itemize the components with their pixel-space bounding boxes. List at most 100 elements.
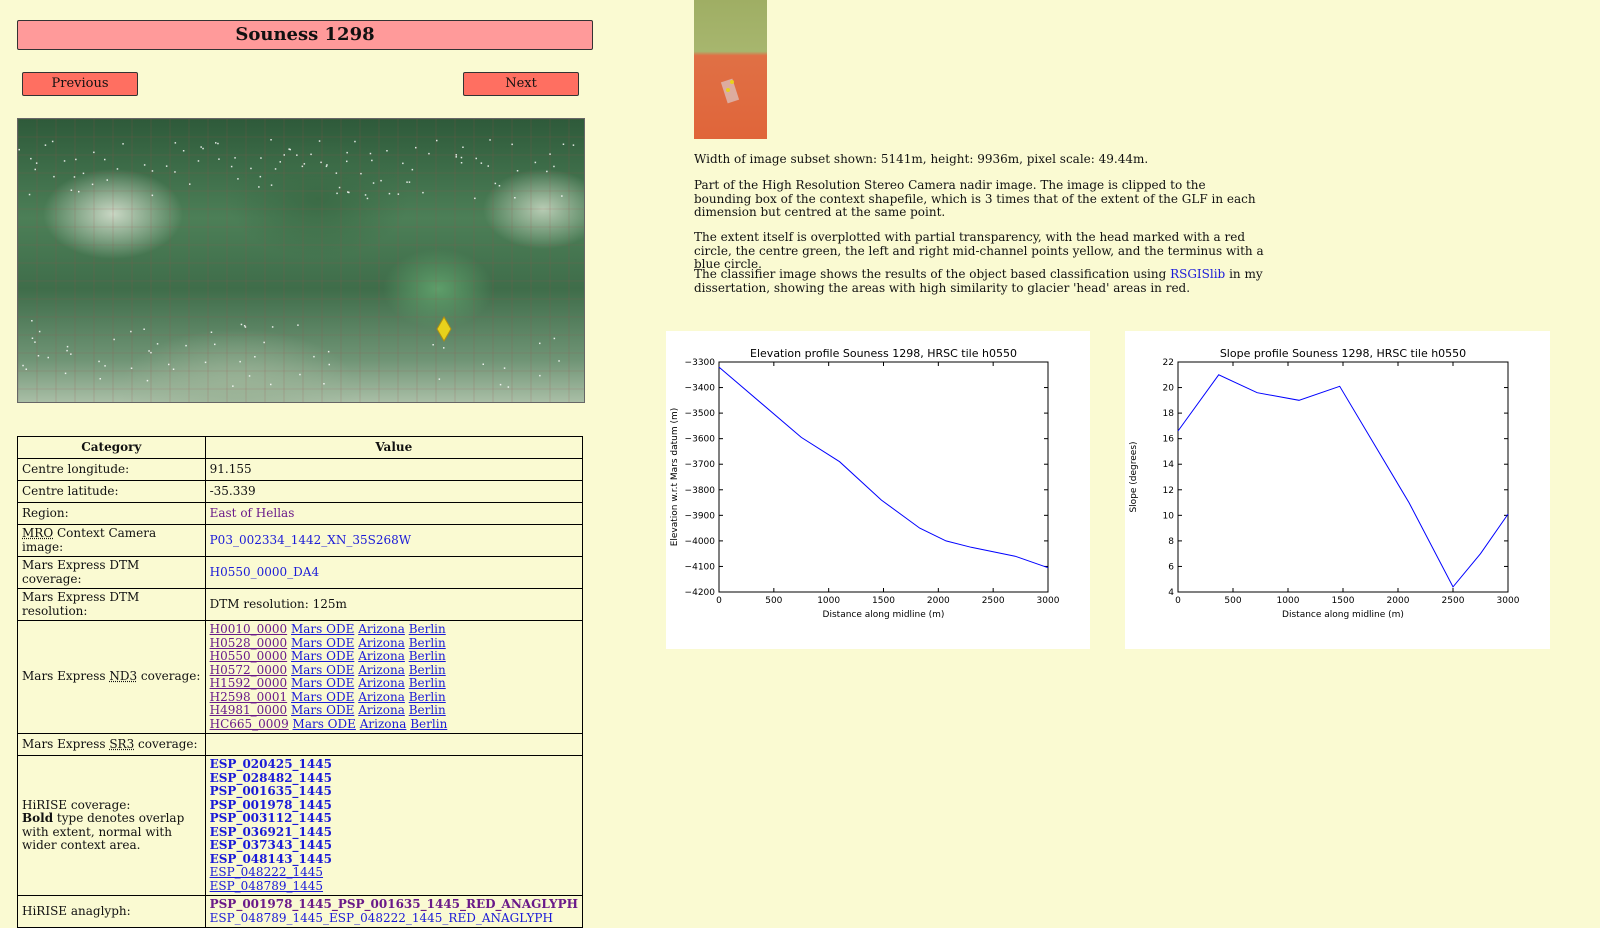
- berlin-link[interactable]: Berlin: [409, 663, 446, 677]
- header-value: Value: [205, 437, 582, 459]
- mars-ode-link[interactable]: Mars ODE: [291, 690, 354, 704]
- anaglyph-link[interactable]: PSP_001978_1445_PSP_001635_1445_RED_ANAG…: [210, 897, 578, 911]
- hirise-overlap-link[interactable]: PSP_001635_1445: [210, 784, 332, 798]
- region-link[interactable]: East of Hellas: [210, 506, 295, 520]
- mars-ode-link[interactable]: Mars ODE: [291, 676, 354, 690]
- mro-abbr: MRO: [22, 526, 53, 540]
- hirise-overlap-link[interactable]: ESP_028482_1445: [210, 771, 332, 785]
- hirise-overlap-link[interactable]: PSP_001978_1445: [210, 798, 332, 812]
- nd3-id-link[interactable]: H4981_0000: [210, 703, 288, 717]
- mars-ode-link[interactable]: Mars ODE: [291, 703, 354, 717]
- x-tick-label: 3000: [1497, 596, 1520, 606]
- dtm-coverage-link[interactable]: H0550_0000_DA4: [210, 565, 319, 579]
- table-row: Mars Express DTM resolution: DTM resolut…: [18, 589, 583, 621]
- arizona-link[interactable]: Arizona: [358, 690, 405, 704]
- y-tick-label: −4200: [685, 588, 716, 598]
- x-tick-label: 3000: [1037, 596, 1060, 606]
- y-tick-label: 22: [1163, 358, 1174, 368]
- elevation-profile-chart: Elevation profile Souness 1298, HRSC til…: [666, 331, 1090, 649]
- hirise-coverage-list: ESP_020425_1445 ESP_028482_1445 PSP_001635…: [205, 756, 582, 896]
- berlin-link[interactable]: Berlin: [409, 636, 446, 650]
- hirise-label: HiRISE coverage:: [22, 798, 130, 812]
- hirise-overlap-link[interactable]: ESP_037343_1445: [210, 838, 332, 852]
- midpoint-marker: [730, 80, 734, 84]
- ctx-image-link[interactable]: P03_002334_1442_XN_35S268W: [210, 533, 411, 547]
- y-tick-label: 10: [1163, 511, 1175, 521]
- dtm-resolution-value: DTM resolution: 125m: [205, 589, 582, 621]
- row-label: HiRISE anaglyph:: [18, 896, 206, 928]
- hirise-overlap-link[interactable]: ESP_036921_1445: [210, 825, 332, 839]
- y-tick-label: −4100: [685, 562, 716, 572]
- centre-latitude-value: -35.339: [205, 481, 582, 503]
- nd3-entry: H0550_0000 Mars ODE Arizona Berlin: [210, 650, 578, 664]
- y-tick-label: 8: [1168, 537, 1174, 547]
- berlin-link[interactable]: Berlin: [409, 649, 446, 663]
- y-tick-label: −3600: [685, 435, 716, 445]
- nd3-id-link[interactable]: HC665_0009: [210, 717, 289, 731]
- plot-frame: [1178, 362, 1508, 592]
- rsgislib-link[interactable]: RSGISlib: [1170, 267, 1225, 281]
- arizona-link[interactable]: Arizona: [358, 636, 405, 650]
- nd3-id-link[interactable]: H0550_0000: [210, 649, 288, 663]
- berlin-link[interactable]: Berlin: [409, 703, 446, 717]
- mars-ode-link[interactable]: Mars ODE: [291, 649, 354, 663]
- nd3-id-link[interactable]: H1592_0000: [210, 676, 288, 690]
- nd3-entry: H2598_0001 Mars ODE Arizona Berlin: [210, 691, 578, 705]
- hirise-anaglyph-list: PSP_001978_1445_PSP_001635_1445_RED_ANAG…: [205, 896, 582, 928]
- nd3-entry: H0528_0000 Mars ODE Arizona Berlin: [210, 637, 578, 651]
- hirise-overlap-link[interactable]: ESP_048143_1445: [210, 852, 332, 866]
- x-tick-label: 2500: [982, 596, 1005, 606]
- nd3-id-link[interactable]: H0528_0000: [210, 636, 288, 650]
- glf-location-marker: [437, 317, 451, 341]
- table-row: Centre latitude: -35.339: [18, 481, 583, 503]
- plot-frame: [719, 362, 1048, 592]
- chart-title: Elevation profile Souness 1298, HRSC til…: [750, 347, 1017, 360]
- x-tick-label: 1500: [872, 596, 895, 606]
- y-tick-label: 6: [1168, 562, 1174, 572]
- nd3-id-link[interactable]: H2598_0001: [210, 690, 288, 704]
- mars-ode-link[interactable]: Mars ODE: [293, 717, 356, 731]
- hirise-overlap-link[interactable]: PSP_003112_1445: [210, 811, 332, 825]
- classifier-text: The classifier image shows the results o…: [694, 267, 1170, 281]
- row-label: HiRISE coverage: Bold type denotes overla…: [18, 756, 206, 896]
- berlin-link[interactable]: Berlin: [409, 690, 446, 704]
- previous-button[interactable]: Previous: [22, 72, 138, 96]
- anaglyph-link[interactable]: ESP_048789_1445_ESP_048222_1445_RED_ANAG…: [210, 911, 553, 925]
- hirise-overlap-link[interactable]: ESP_020425_1445: [210, 757, 332, 771]
- sr3-abbr: SR3: [109, 737, 134, 751]
- arizona-link[interactable]: Arizona: [358, 676, 405, 690]
- mars-ode-link[interactable]: Mars ODE: [291, 622, 354, 636]
- y-tick-label: 18: [1163, 409, 1175, 419]
- image-size-text: Width of image subset shown: 5141m, heig…: [694, 153, 1264, 167]
- y-tick-label: −3800: [685, 486, 716, 496]
- row-label-part: Mars Express: [22, 669, 109, 683]
- mars-ode-link[interactable]: Mars ODE: [291, 663, 354, 677]
- glacier-info-table: Category Value Centre longitude: 91.155 …: [17, 436, 583, 928]
- arizona-link[interactable]: Arizona: [358, 622, 405, 636]
- arizona-link[interactable]: Arizona: [358, 649, 405, 663]
- table-row: HiRISE coverage: Bold type denotes overla…: [18, 756, 583, 896]
- y-tick-label: −3300: [685, 358, 716, 368]
- arizona-link[interactable]: Arizona: [358, 703, 405, 717]
- hirise-context-link[interactable]: ESP_048222_1445: [210, 865, 323, 879]
- next-button[interactable]: Next: [463, 72, 579, 96]
- nd3-id-link[interactable]: H0010_0000: [210, 622, 288, 636]
- y-tick-label: 4: [1168, 588, 1174, 598]
- row-label-part: coverage:: [134, 737, 197, 751]
- series-line: [719, 367, 1048, 568]
- hirise-context-link[interactable]: ESP_048789_1445: [210, 879, 323, 893]
- arizona-link[interactable]: Arizona: [360, 717, 407, 731]
- berlin-link[interactable]: Berlin: [409, 622, 446, 636]
- table-row: Mars Express DTM coverage: H0550_0000_DA…: [18, 557, 583, 589]
- arizona-link[interactable]: Arizona: [358, 663, 405, 677]
- context-image: [694, 0, 767, 139]
- y-tick-label: −3400: [685, 384, 716, 394]
- centre-longitude-value: 91.155: [205, 459, 582, 481]
- series-line: [1178, 375, 1508, 587]
- berlin-link[interactable]: Berlin: [410, 717, 447, 731]
- nd3-id-link[interactable]: H0572_0000: [210, 663, 288, 677]
- description-classifier: The classifier image shows the results o…: [694, 268, 1264, 295]
- mars-ode-link[interactable]: Mars ODE: [291, 636, 354, 650]
- berlin-link[interactable]: Berlin: [409, 676, 446, 690]
- y-axis-label: Slope (degrees): [1129, 441, 1139, 512]
